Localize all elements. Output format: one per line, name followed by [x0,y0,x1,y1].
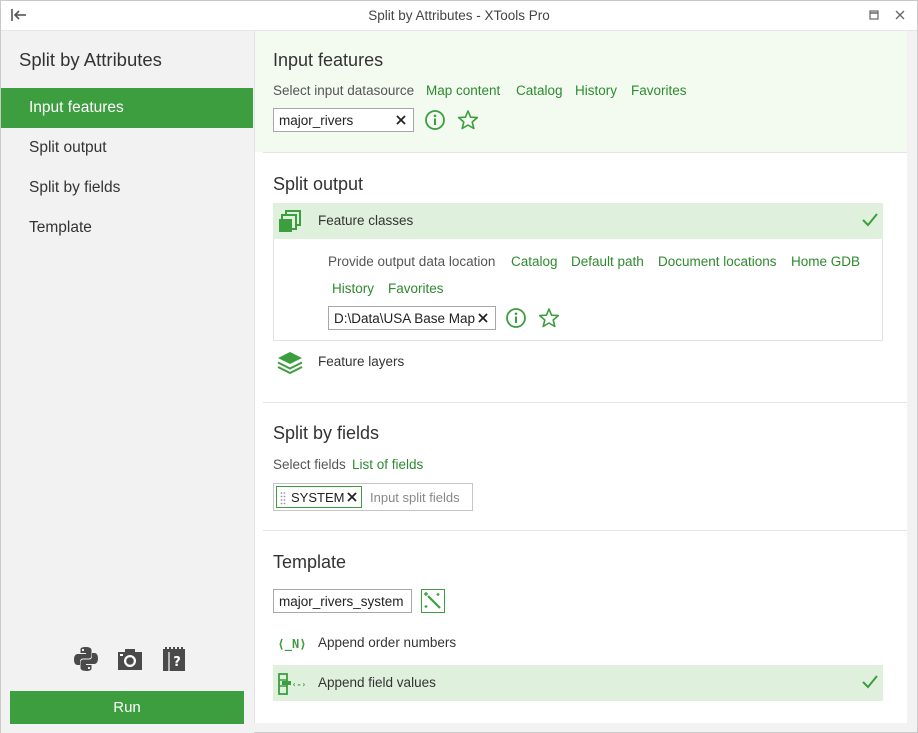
section-title: Split output [273,174,364,194]
option-append-order-numbers[interactable]: ⟨_N⟩ Append order numbers [273,625,883,661]
sidebar-tools: ? [71,644,189,674]
check-icon [862,675,878,689]
option-feature-layers[interactable]: Feature layers [273,344,883,380]
check-icon [862,213,878,227]
select-fields-label: Select fields [273,457,346,472]
field-tag[interactable]: SYSTEM [276,486,362,508]
input-value: D:\Data\USA Base Map [334,310,476,326]
sidebar-item-label: Template [29,219,92,236]
link-catalog[interactable]: Catalog [516,83,563,98]
drag-handle-icon[interactable] [280,491,286,505]
sidebar-item-label: Input features [29,99,124,116]
sidebar: Split by Attributes Input features Split… [1,31,254,733]
section-title: Split by fields [273,423,380,443]
title-bar: Split by Attributes - XTools Pro [1,1,917,31]
split-fields-placeholder: Input split fields [370,490,460,505]
link-home-gdb[interactable]: Home GDB [791,254,860,269]
input-value: major_rivers_system [279,593,404,609]
output-path-field[interactable]: D:\Data\USA Base Map [328,306,496,330]
divider [263,152,907,153]
star-icon[interactable] [537,306,561,330]
help-book-icon[interactable]: ? [159,644,189,674]
svg-text:‹-›: ‹-› [292,680,306,689]
link-favorites[interactable]: Favorites [631,83,687,98]
link-history[interactable]: History [332,281,374,296]
sidebar-item-template[interactable]: Template [1,208,253,248]
input-features-section: Input features Select input datasource M… [255,31,907,152]
section-title: Template [273,552,347,572]
divider [263,402,907,403]
output-location-label: Provide output data location [328,254,496,269]
input-value: major_rivers [279,112,354,128]
link-history[interactable]: History [575,83,617,98]
divider [263,530,907,531]
link-catalog[interactable]: Catalog [511,254,558,269]
magic-wand-icon [424,592,441,609]
option-feature-classes[interactable]: Feature classes [273,203,883,239]
tag-label: SYSTEM [291,490,345,505]
option-label: Append order numbers [318,635,457,650]
close-icon[interactable] [893,8,907,22]
output-location-panel: Provide output data location Catalog Def… [273,239,883,341]
svg-text:⟨_N⟩: ⟨_N⟩ [278,637,307,652]
select-datasource-label: Select input datasource [273,83,415,98]
main-panel: Input features Select input datasource M… [254,31,907,723]
option-label: Feature layers [318,354,405,369]
link-default-path[interactable]: Default path [571,254,644,269]
option-label: Feature classes [318,213,414,228]
sidebar-item-label: Split output [29,139,107,156]
window-title: Split by Attributes - XTools Pro [368,8,550,23]
sidebar-title: Split by Attributes [19,49,162,70]
restore-icon[interactable] [867,8,881,22]
svg-text:?: ? [173,655,181,670]
layers-icon [277,352,303,375]
input-features-field[interactable]: major_rivers [273,108,414,132]
section-title: Input features [273,50,384,70]
option-append-field-values[interactable]: ‹-› Append field values [273,665,883,701]
sidebar-item-input-features[interactable]: Input features [1,88,253,128]
template-field[interactable]: major_rivers_system [273,589,412,613]
sidebar-item-split-output[interactable]: Split output [1,128,253,168]
sidebar-item-split-by-fields[interactable]: Split by fields [1,168,253,208]
sidebar-item-label: Split by fields [29,179,121,196]
star-icon[interactable] [456,108,480,132]
link-map-content[interactable]: Map content [426,83,500,98]
magic-wand-button[interactable] [421,589,445,613]
link-document-locations[interactable]: Document locations [658,254,777,269]
camera-icon[interactable] [115,644,145,674]
app-window: Split by Attributes - XTools Pro Split b… [0,0,918,733]
info-icon[interactable] [423,108,447,132]
feature-classes-icon [279,210,301,232]
python-icon[interactable] [71,644,101,674]
field-values-icon: ‹-› [278,673,306,695]
clear-icon[interactable] [476,310,490,326]
run-button[interactable]: Run [10,691,244,724]
remove-tag-icon[interactable] [345,490,359,504]
split-fields-input[interactable]: SYSTEM Input split fields [273,483,473,511]
link-list-of-fields[interactable]: List of fields [352,457,423,472]
clear-icon[interactable] [394,112,408,128]
info-icon[interactable] [504,306,528,330]
order-numbers-icon: ⟨_N⟩ [278,637,307,652]
link-favorites[interactable]: Favorites [388,281,444,296]
option-label: Append field values [318,675,436,690]
